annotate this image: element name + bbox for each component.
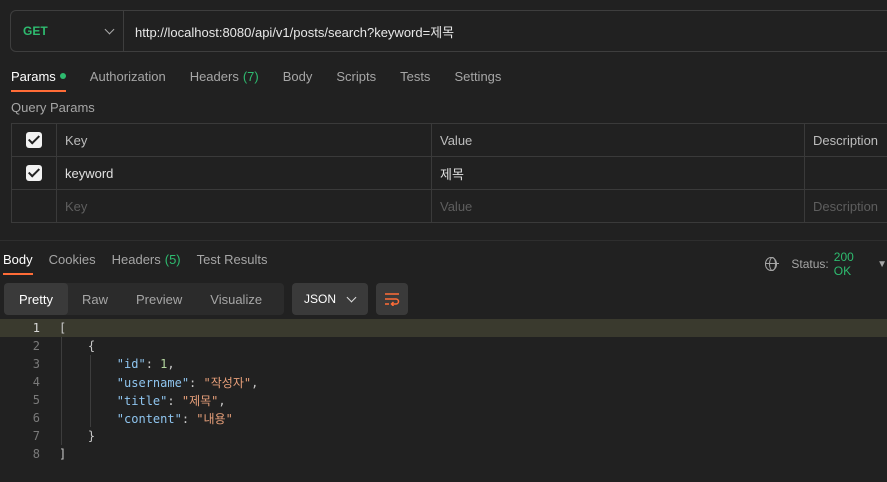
view-pretty[interactable]: Pretty (4, 283, 68, 315)
line-number: 3 (32, 357, 40, 371)
value-placeholder[interactable]: Value (431, 189, 805, 223)
select-all-checkbox[interactable] (26, 132, 42, 149)
line-number: 4 (32, 375, 40, 389)
resp-tab-body-label: Body (3, 252, 33, 267)
resp-tab-body[interactable]: Body (3, 244, 33, 275)
tab-params[interactable]: Params (11, 60, 66, 92)
description-column-header: Description (804, 123, 887, 157)
chevron-down-icon (104, 24, 115, 35)
status-label: Status: (791, 257, 829, 271)
resp-tab-test-results-label: Test Results (196, 252, 268, 267)
code-line: 8] (0, 445, 887, 463)
line-number: 8 (32, 447, 40, 461)
param-key-cell[interactable]: keyword (56, 156, 432, 190)
request-tabs: Params Authorization Headers (7) Body Scr… (11, 60, 525, 92)
description-placeholder[interactable]: Description (804, 189, 887, 223)
empty-checkbox-cell (11, 189, 57, 223)
line-number: 5 (32, 393, 40, 407)
status-value[interactable]: 200 OK (834, 250, 869, 278)
code-text: } (87, 429, 96, 443)
row-checkbox-cell (11, 156, 57, 190)
tab-authorization-label: Authorization (89, 68, 166, 84)
resp-tab-headers[interactable]: Headers (5) (112, 244, 181, 275)
dropdown-triangle-icon: ▼ (877, 258, 887, 270)
response-code-view[interactable]: 1[2 {3 "id": 1, 4 "username": "작성자", 5 "ti… (0, 319, 887, 463)
key-placeholder[interactable]: Key (56, 189, 432, 223)
code-line: 3 "id": 1, (0, 355, 887, 373)
resp-tab-cookies-label: Cookies (48, 252, 96, 267)
param-description-cell[interactable] (804, 156, 887, 190)
params-indicator-dot (59, 73, 66, 79)
url-input[interactable] (124, 11, 824, 51)
resp-headers-count: (5) (164, 252, 181, 267)
code-text: { (87, 339, 96, 353)
tab-headers-label: Headers (189, 68, 239, 84)
line-number: 2 (32, 339, 40, 353)
tab-body-label: Body (282, 68, 313, 84)
wrap-lines-icon (385, 293, 400, 306)
method-label: GET (23, 24, 48, 38)
select-all-cell (11, 123, 57, 157)
tab-scripts-label: Scripts (336, 68, 377, 84)
key-column-header: Key (56, 123, 432, 157)
view-preview[interactable]: Preview (122, 283, 196, 315)
tab-settings[interactable]: Settings (454, 60, 501, 92)
code-line: 1[ (0, 319, 887, 337)
code-line: 6 "content": "내용" (0, 409, 887, 427)
headers-count: (7) (242, 68, 259, 84)
code-line: 4 "username": "작성자", (0, 373, 887, 391)
section-divider (0, 240, 887, 241)
line-number: 1 (32, 321, 40, 335)
tab-body[interactable]: Body (283, 60, 313, 92)
view-mode-group: Pretty Raw Preview Visualize (4, 283, 284, 315)
resp-tab-headers-label: Headers (111, 252, 161, 267)
format-label: JSON (304, 292, 337, 306)
line-number: 7 (32, 429, 40, 443)
query-params-title: Query Params (11, 100, 95, 115)
resp-tab-test-results[interactable]: Test Results (197, 244, 268, 275)
tab-authorization[interactable]: Authorization (90, 60, 166, 92)
code-text: "title": "제목", (116, 393, 226, 408)
row-checkbox[interactable] (26, 165, 42, 182)
value-column-header: Value (431, 123, 805, 157)
tab-tests-label: Tests (400, 68, 431, 84)
code-line: 7 } (0, 427, 887, 445)
wrap-lines-button[interactable] (376, 283, 408, 315)
method-select[interactable]: GET (11, 11, 124, 51)
code-text: [ (59, 321, 67, 335)
code-line: 5 "title": "제목", (0, 391, 887, 409)
table-row-empty: Key Value Description (11, 189, 887, 223)
code-line: 2 { (0, 337, 887, 355)
table-row: keyword 제목 (11, 156, 887, 190)
tab-settings-label: Settings (454, 68, 502, 84)
view-raw[interactable]: Raw (68, 283, 122, 315)
response-tabs: Body Cookies Headers (5) Test Results (3, 244, 283, 275)
param-value-cell[interactable]: 제목 (431, 156, 805, 190)
tab-headers[interactable]: Headers (7) (190, 60, 259, 92)
chevron-down-icon (346, 292, 357, 303)
code-text: "id": 1, (116, 357, 175, 371)
tab-params-label: Params (11, 68, 56, 84)
resp-tab-cookies[interactable]: Cookies (49, 244, 96, 275)
code-text: "username": "작성자", (116, 375, 259, 390)
query-params-table: Key Value Description keyword 제목 Key Val… (11, 123, 887, 223)
table-header-row: Key Value Description (11, 123, 887, 157)
view-visualize[interactable]: Visualize (196, 283, 276, 315)
code-text: ] (59, 447, 67, 461)
globe-icon[interactable] (765, 257, 780, 271)
tab-scripts[interactable]: Scripts (336, 60, 376, 92)
code-text: "content": "내용" (116, 411, 233, 426)
response-status: Status: 200 OK ▼ (765, 250, 887, 278)
tab-tests[interactable]: Tests (400, 60, 430, 92)
line-number: 6 (32, 411, 40, 425)
url-bar: GET (10, 10, 887, 52)
format-select[interactable]: JSON (292, 283, 368, 315)
